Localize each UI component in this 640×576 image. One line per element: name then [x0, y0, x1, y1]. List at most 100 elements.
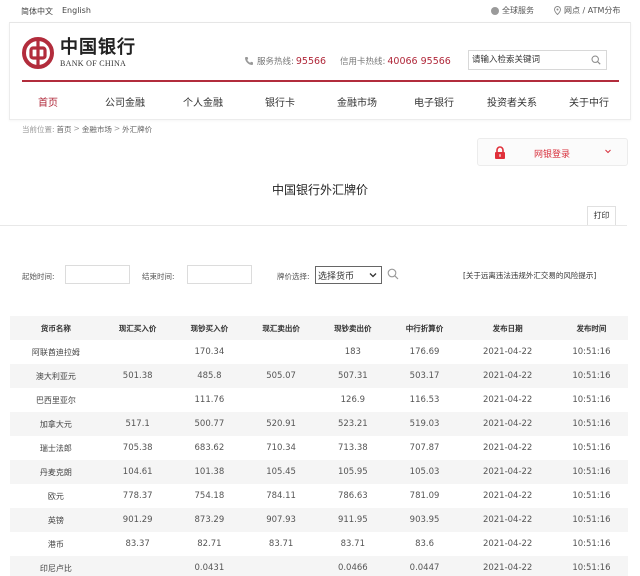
search-icon[interactable] [387, 268, 399, 280]
cell-publish-time: 10:51:16 [572, 467, 611, 477]
table-row: 加拿大元 517.1 500.77 520.91 523.21 519.03 2021-04… [10, 412, 628, 436]
atm-locator-link[interactable]: 网点 / ATM分布 [554, 5, 620, 16]
bank-of-china-logo-icon [22, 37, 54, 69]
search-input[interactable] [469, 51, 584, 69]
cell-cash-buy: 101.38 [194, 467, 225, 477]
search-icon[interactable] [591, 55, 601, 65]
bank-logo[interactable]: 中国银行 BANK OF CHINA [22, 37, 136, 69]
breadcrumb-current: 外汇牌价 [122, 125, 153, 134]
cell-cash-buy: 500.77 [194, 419, 225, 429]
start-time-input[interactable] [65, 265, 130, 284]
cell-cash-sell: 786.63 [337, 491, 368, 501]
cell-spot-sell: 505.07 [266, 371, 296, 381]
print-divider [0, 225, 627, 226]
cell-boc-conversion: 781.09 [409, 491, 440, 501]
cell-publish-time: 10:51:16 [572, 395, 611, 405]
card-hotline: 信用卡热线: 40066 95566 [340, 55, 451, 68]
nav-about-boc[interactable]: 关于中行 [569, 94, 609, 109]
cell-currency-name: 丹麦克朗 [39, 467, 72, 477]
cell-spot-sell: 907.93 [266, 515, 296, 525]
cell-publish-time: 10:51:16 [572, 563, 611, 573]
cell-spot-sell: 83.71 [268, 539, 294, 549]
cell-boc-conversion: 707.87 [409, 443, 440, 453]
column-header-cash-sell: 现钞卖出价 [334, 323, 372, 333]
cell-cash-buy: 0.0431 [194, 563, 225, 573]
cell-spot-sell [245, 556, 317, 576]
breadcrumb: 当前位置: 首页 > 金融市场 > 外汇牌价 [22, 124, 152, 135]
netbank-login-button[interactable]: 网银登录 [477, 138, 628, 166]
cell-spot-sell: 710.34 [266, 443, 296, 453]
nav-home[interactable]: 首页 [38, 94, 58, 109]
end-time-input[interactable] [187, 265, 252, 284]
cell-publish-date: 2021-04-22 [482, 419, 533, 429]
netbank-login-label: 网银登录 [534, 150, 571, 160]
cell-cash-sell: 911.95 [337, 515, 368, 525]
phone-icon [245, 57, 253, 65]
cell-boc-conversion: 116.53 [409, 395, 440, 405]
cell-boc-conversion: 83.6 [415, 539, 434, 549]
risk-warning-link[interactable]: [关于远离违法违规外汇交易的风险提示] [463, 270, 596, 281]
cell-publish-date: 2021-04-22 [482, 491, 533, 501]
logo-chinese-text: 中国银行 [60, 37, 136, 58]
currency-select[interactable]: 选择货币 [315, 266, 382, 284]
nav-e-banking[interactable]: 电子银行 [414, 94, 454, 109]
cell-spot-buy: 104.61 [122, 467, 153, 477]
top-utility-bar: 简体中文 English 全球服务 网点 / ATM分布 [0, 0, 640, 22]
nav-personal-banking[interactable]: 个人金融 [183, 94, 223, 109]
cell-cash-buy: 873.29 [194, 515, 225, 525]
table-row: 港币 83.37 82.71 83.71 83.71 83.6 2021-04-22 10:5… [10, 532, 628, 556]
column-header-publish-time: 发布时间 [576, 323, 607, 333]
cell-cash-sell: 183 [344, 347, 361, 357]
cell-publish-date: 2021-04-22 [482, 395, 533, 405]
main-nav: 首页 公司金融 个人金融 银行卡 金融市场 电子银行 投资者关系 关于中行 [22, 82, 622, 120]
cell-boc-conversion: 0.0447 [409, 563, 440, 573]
breadcrumb-home[interactable]: 首页 [57, 124, 72, 135]
cell-publish-time: 10:51:16 [572, 491, 611, 501]
chevron-down-icon [369, 273, 377, 278]
print-button[interactable]: 打印 [587, 206, 616, 225]
cell-publish-time: 10:51:16 [572, 443, 611, 453]
cell-currency-name: 港币 [47, 539, 64, 549]
nav-investor-relations[interactable]: 投资者关系 [487, 94, 537, 109]
cell-currency-name: 英镑 [47, 515, 64, 525]
cell-boc-conversion: 519.03 [409, 419, 440, 429]
global-service-link[interactable]: 全球服务 [491, 5, 534, 16]
table-row: 丹麦克朗 104.61 101.38 105.45 105.95 105.03 2021-0… [10, 460, 628, 484]
cell-publish-date: 2021-04-22 [482, 443, 533, 453]
cell-publish-time: 10:51:16 [572, 371, 611, 381]
service-hotline-label: 服务热线: [257, 57, 294, 67]
cell-cash-buy: 170.34 [194, 347, 225, 357]
lang-chinese-link[interactable]: 简体中文 [21, 6, 53, 17]
column-header-publish-date: 发布日期 [492, 323, 523, 333]
cell-spot-buy: 83.37 [125, 539, 150, 549]
cell-spot-buy [102, 388, 174, 412]
cell-spot-sell [245, 388, 317, 412]
cell-publish-date: 2021-04-22 [482, 539, 533, 549]
cell-cash-sell: 105.95 [337, 467, 368, 477]
site-header: 中国银行 BANK OF CHINA 服务热线: 95566 信用卡热线: 40… [9, 22, 631, 120]
currency-select-label: 牌价选择: [277, 272, 310, 281]
cell-spot-buy [102, 556, 174, 576]
column-header-spot-buy: 现汇买入价 [118, 323, 157, 333]
currency-select-value: 选择货币 [318, 271, 355, 282]
nav-financial-markets[interactable]: 金融市场 [337, 94, 377, 109]
cell-cash-sell: 83.71 [340, 539, 365, 549]
location-pin-icon [554, 6, 561, 15]
cell-currency-name: 瑞士法郎 [39, 443, 72, 453]
nav-bank-cards[interactable]: 银行卡 [265, 94, 295, 109]
table-row: 瑞士法郎 705.38 683.62 710.34 713.38 707.87 2021-0… [10, 436, 628, 460]
chevron-down-icon [605, 149, 611, 154]
cell-publish-date: 2021-04-22 [482, 467, 533, 477]
cell-spot-buy: 705.38 [122, 443, 153, 453]
cell-currency-name: 加拿大元 [39, 419, 72, 429]
cell-publish-date: 2021-04-22 [482, 515, 533, 525]
breadcrumb-prefix: 当前位置: [22, 125, 55, 134]
card-hotline-label: 信用卡热线: [340, 57, 386, 67]
nav-corporate-banking[interactable]: 公司金融 [105, 94, 145, 109]
cell-boc-conversion: 903.95 [409, 515, 440, 525]
lang-english-link[interactable]: English [62, 6, 91, 15]
site-search [468, 50, 607, 70]
breadcrumb-financial-markets[interactable]: 金融市场 [82, 124, 112, 135]
cell-currency-name: 印尼卢比 [39, 563, 72, 573]
cell-publish-time: 10:51:16 [572, 347, 611, 357]
